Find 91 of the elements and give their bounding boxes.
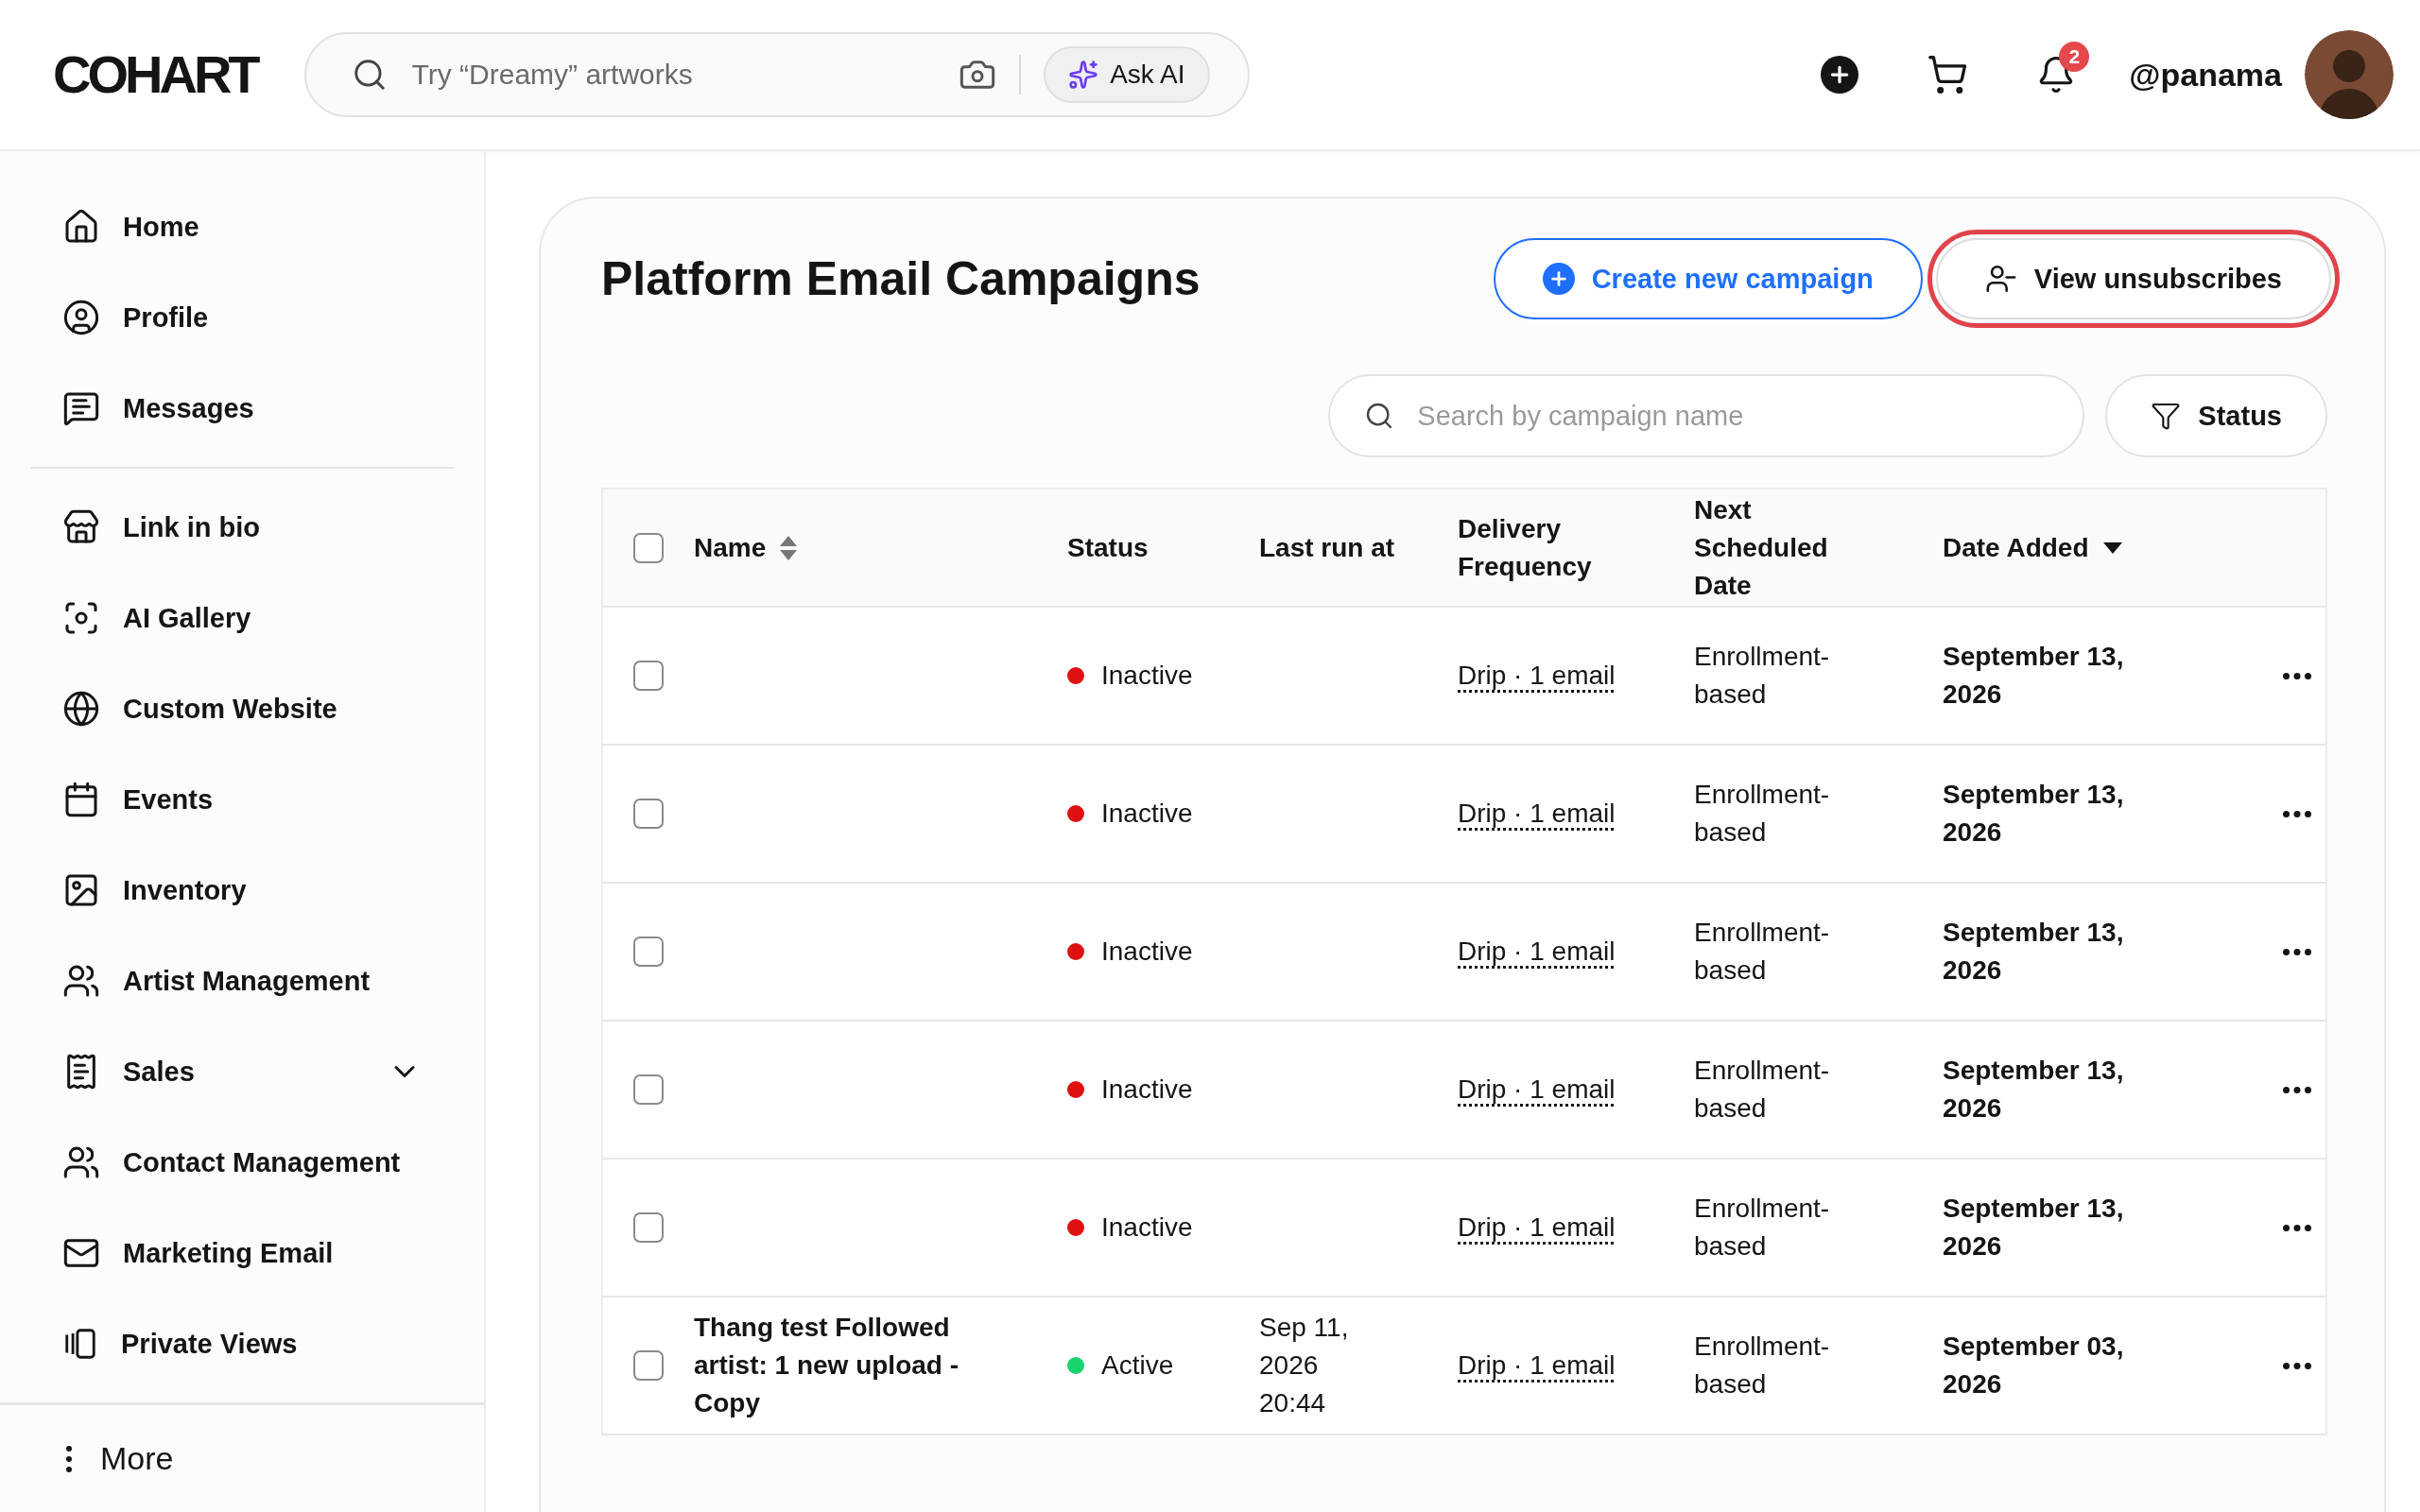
user-minus-icon [1984,263,2017,295]
sidebar-item[interactable]: Custom Website [30,663,454,754]
campaign-search-field[interactable]: Search by campaign name [1328,374,2085,457]
ask-ai-button[interactable]: Ask AI [1044,46,1210,103]
delivery-frequency-link[interactable]: Drip · 1 email [1458,936,1616,967]
sidebar-item[interactable]: Marketing Email [30,1208,454,1298]
status-text: Inactive [1101,798,1194,830]
date-added-cell-text: September 03, 2026 [1943,1331,2125,1400]
notifications-button[interactable]: 2 [2021,40,2092,110]
date-added-cell-text: September 13, 2026 [1943,1055,2125,1125]
more-actions-button[interactable] [2283,1086,2311,1093]
sidebar-item[interactable]: Inventory [30,845,454,936]
sidebar-item[interactable]: Link in bio [30,482,454,573]
column-header: Last run at [1259,531,1395,564]
next-scheduled-cell-text: Enrollment-based [1694,1193,1831,1263]
logo[interactable]: COHART [53,48,257,101]
column-header: Delivery Frequency [1458,512,1593,583]
profile-icon [62,299,100,336]
plus-icon [1821,56,1859,94]
username[interactable]: @panama [2129,56,2282,94]
sort-down-icon[interactable] [2101,541,2123,555]
last-run-cell-text: Sep 11, 2026 20:44 [1259,1312,1350,1419]
campaign-search-input[interactable]: Search by campaign name [1415,399,2049,433]
search-input[interactable]: Try “Dreamy” artworks [409,58,937,92]
status-text: Inactive [1101,936,1194,968]
delivery-frequency-link[interactable]: Drip · 1 email [1458,661,1616,691]
panels-icon [62,1326,98,1362]
status-text: Active [1101,1349,1175,1382]
next-scheduled-cell-text: Enrollment-based [1694,779,1831,849]
sparkle-search-icon [1068,60,1099,90]
sidebar-item[interactable]: Messages [30,363,454,454]
delivery-frequency-link[interactable]: Drip · 1 email [1458,799,1616,829]
cart-icon [1927,54,1969,95]
notification-badge: 2 [2059,42,2090,72]
more-icon [2283,810,2311,817]
more-icon [66,1445,72,1472]
date-added-cell-text: September 13, 2026 [1943,1193,2125,1263]
more-icon [2283,1086,2311,1093]
delivery-frequency-link[interactable]: Drip · 1 email [1458,1350,1616,1381]
more-icon [2283,948,2311,955]
more-actions-button[interactable] [2283,948,2311,955]
checkbox[interactable] [633,1074,664,1105]
checkbox[interactable] [633,1212,664,1243]
more-item[interactable]: More [0,1402,484,1512]
next-scheduled-cell-text: Enrollment-based [1694,641,1831,711]
campaign-name[interactable]: Thang test Followed artist: 1 new upload - Copy [694,1309,1006,1422]
sidebar-item[interactable]: Events [30,754,454,845]
more-actions-button[interactable] [2283,1224,2311,1231]
sidebar-item[interactable]: Profile [30,272,454,363]
sidebar-item[interactable]: Contact Management [30,1117,454,1208]
globe-icon [62,690,100,728]
search-field[interactable]: Try “Dreamy” artworks Ask AI [303,32,1250,117]
more-actions-button[interactable] [2283,672,2311,679]
sidebar-item[interactable]: Private Views [30,1298,454,1389]
checkbox[interactable] [633,936,664,967]
date-added-cell-text: September 13, 2026 [1943,641,2125,711]
avatar[interactable] [2305,30,2394,119]
delivery-frequency-link[interactable]: Drip · 1 email [1458,1212,1616,1243]
store-icon [62,508,100,546]
status-filter-button[interactable]: Status [2105,374,2327,457]
status-text: Inactive [1101,1211,1194,1244]
column-header[interactable]: Date Added [1943,528,2089,567]
status-text: Inactive [1101,1074,1194,1106]
more-actions-button[interactable] [2283,1362,2311,1369]
date-added-cell-text: September 13, 2026 [1943,779,2125,849]
sidebar-item[interactable]: Artist Management [30,936,454,1026]
more-icon [2283,672,2311,679]
column-header: Next Scheduled Date [1694,493,1829,602]
sidebar-item[interactable]: AI Gallery [30,573,454,663]
more-icon [2283,1224,2311,1231]
sort-icon[interactable] [779,534,799,561]
create-campaign-button[interactable]: Create new campaign [1493,238,1923,319]
checkbox[interactable] [633,799,664,829]
date-added-cell-text: September 13, 2026 [1943,917,2125,987]
next-scheduled-cell-text: Enrollment-based [1694,1331,1831,1400]
sidebar-item[interactable]: Sales [30,1026,454,1117]
filter-icon [2151,401,2182,431]
more-actions-button[interactable] [2283,810,2311,817]
next-scheduled-cell-text: Enrollment-based [1694,1055,1831,1125]
page-title: Platform Email Campaigns [601,251,1201,306]
more-icon [2283,1362,2311,1369]
status-text: Inactive [1101,660,1194,692]
checkbox[interactable] [633,532,664,563]
sidebar-item[interactable]: Home [30,181,454,272]
checkbox[interactable] [633,661,664,691]
plus-icon [1542,263,1575,295]
column-header[interactable]: Name [694,528,767,567]
delivery-frequency-link[interactable]: Drip · 1 email [1458,1074,1616,1105]
next-scheduled-cell-text: Enrollment-based [1694,917,1831,987]
checkbox[interactable] [633,1350,664,1381]
column-header: Status [1067,531,1149,564]
